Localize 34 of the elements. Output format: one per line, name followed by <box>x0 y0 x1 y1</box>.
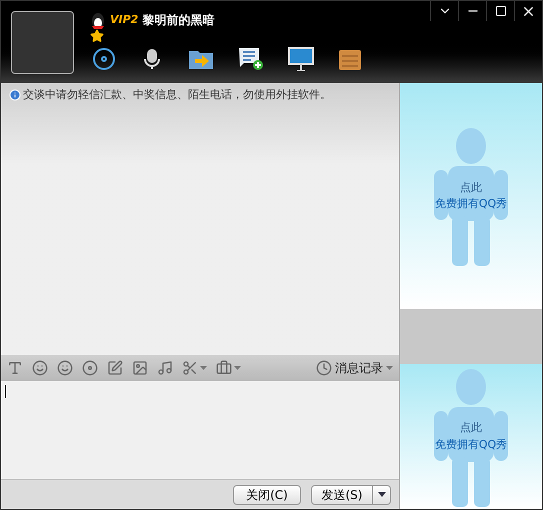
star-icon <box>90 29 104 43</box>
dropdown-caret-icon[interactable] <box>234 366 241 370</box>
round-emblem-icon[interactable] <box>82 360 98 376</box>
send-button[interactable]: 发送(S) <box>311 484 373 504</box>
emoji-icon[interactable] <box>32 360 48 376</box>
info-icon <box>9 89 21 101</box>
photo-placeholder <box>11 11 74 74</box>
qq-show-prompt: 点此 <box>460 180 482 196</box>
input-field[interactable] <box>1 381 399 479</box>
dropdown-caret-icon[interactable] <box>200 366 207 370</box>
history-button[interactable]: 消息记录 <box>316 359 393 377</box>
close-button[interactable]: 关闭(C) <box>233 484 301 504</box>
qq-show-link[interactable]: 免费拥有QQ秀 <box>434 436 508 453</box>
message-add-icon[interactable] <box>238 47 264 71</box>
box-icon[interactable] <box>338 47 362 71</box>
scissors-icon[interactable] <box>182 360 198 376</box>
contact-name: 黎明前的黑暗 <box>142 12 214 29</box>
font-icon[interactable] <box>7 360 23 376</box>
caret-icon <box>378 492 386 497</box>
vip-level-label: VIP2 <box>110 12 138 28</box>
dropdown-caret-icon[interactable] <box>386 366 393 370</box>
send-options-button[interactable] <box>373 484 391 504</box>
folder-arrow-icon[interactable] <box>188 48 214 70</box>
edit-icon[interactable] <box>107 360 123 376</box>
music-note-icon[interactable] <box>157 360 173 376</box>
qq-show-link[interactable]: 免费拥有QQ秀 <box>434 196 508 212</box>
monitor-icon[interactable] <box>288 47 314 71</box>
penguin-icon <box>90 11 106 29</box>
image-icon[interactable] <box>132 360 148 376</box>
qq-show-prompt: 点此 <box>460 420 482 436</box>
maximize-icon[interactable] <box>494 5 506 17</box>
clock-icon <box>316 360 332 376</box>
notice-text: 交谈中请勿轻信汇款、中奖信息、陌生电话，勿使用外挂软件。 <box>23 87 331 103</box>
briefcase-icon[interactable] <box>216 360 232 376</box>
